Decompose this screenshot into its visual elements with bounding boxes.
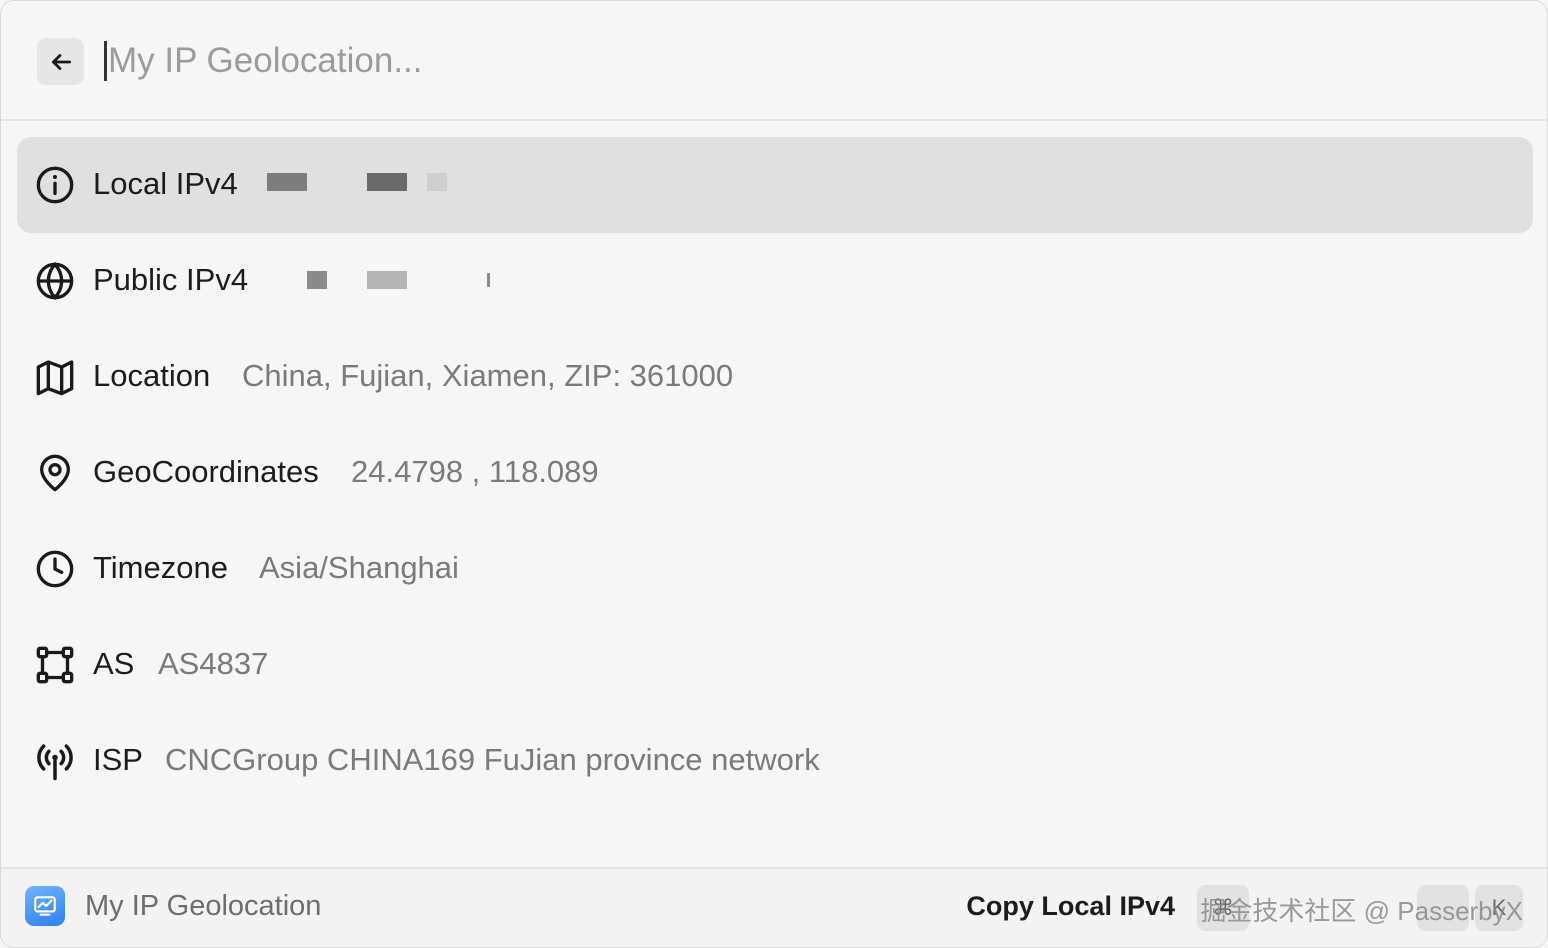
redacted-value: [427, 173, 447, 191]
row-value: AS4837: [158, 646, 269, 681]
map-icon: [33, 355, 77, 399]
row-label: Location: [93, 358, 211, 393]
row-value: China, Fujian, Xiamen, ZIP: 361000: [242, 358, 734, 393]
back-button[interactable]: [37, 38, 84, 85]
list-item-public-ipv4[interactable]: Public IPv4: [17, 233, 1533, 329]
list-item-isp[interactable]: ISP CNCGroup CHINA169 FuJian province ne…: [17, 713, 1533, 809]
text-caret: [104, 41, 107, 81]
arrow-left-icon: [51, 53, 71, 70]
watermark: 掘金技术社区 @ PasserbyX: [1200, 896, 1523, 926]
search-bar: [1, 1, 1547, 121]
row-value: 24.4798 , 118.089: [351, 454, 599, 489]
row-label: Local IPv4: [93, 166, 238, 201]
row-value: CNCGroup CHINA169 FuJian province networ…: [165, 742, 820, 777]
clock-icon: [33, 547, 77, 591]
list-item-geocoordinates[interactable]: GeoCoordinates 24.4798 , 118.089: [17, 425, 1533, 521]
list-item-as[interactable]: AS AS4837: [17, 617, 1533, 713]
info-circle-icon: [33, 163, 77, 207]
list-item-location[interactable]: Location China, Fujian, Xiamen, ZIP: 361…: [17, 329, 1533, 425]
map-pin-icon: [33, 451, 77, 495]
list-item-local-ipv4[interactable]: Local IPv4: [17, 137, 1533, 233]
broadcast-antenna-icon: [33, 739, 77, 783]
row-label: Timezone: [93, 550, 228, 585]
raycast-window: Local IPv4 Public IPv4: [0, 0, 1548, 948]
action-bar: My IP Geolocation Copy Local IPv4 ⌘ K 掘金…: [1, 867, 1547, 947]
primary-action-button[interactable]: Copy Local IPv4: [966, 891, 1175, 922]
redacted-value: [267, 173, 307, 191]
row-label: ISP: [93, 742, 143, 777]
network-nodes-icon: [33, 643, 77, 687]
row-label: GeoCoordinates: [93, 454, 319, 489]
row-value: Asia/Shanghai: [259, 550, 459, 585]
app-name: My IP Geolocation: [85, 890, 322, 922]
globe-icon: [33, 259, 77, 303]
row-label: Public IPv4: [93, 262, 249, 297]
redacted-value: [367, 271, 407, 289]
list-item-timezone[interactable]: Timezone Asia/Shanghai: [17, 521, 1533, 617]
redacted-value: [487, 273, 490, 287]
row-label: AS: [93, 646, 135, 681]
result-list: Local IPv4 Public IPv4 Location China, F…: [17, 137, 1533, 809]
redacted-value: [367, 173, 407, 191]
chart-window-icon: [25, 886, 65, 926]
redacted-value: [307, 271, 327, 289]
search-input[interactable]: [108, 37, 1108, 85]
